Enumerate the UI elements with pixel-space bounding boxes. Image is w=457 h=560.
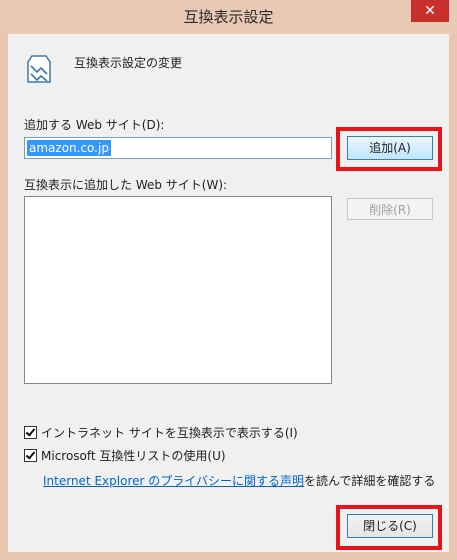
add-button-highlight (336, 127, 442, 171)
add-site-input[interactable]: amazon.co.jp (24, 137, 332, 159)
ms-list-checkbox[interactable] (24, 449, 37, 462)
header-title: 互換表示設定の変更 (74, 56, 183, 70)
window-title: 互換表示設定 (183, 8, 274, 26)
intranet-option-label: イントラネット サイトを互換表示で表示する(I) (41, 426, 298, 440)
privacy-statement: Internet Explorer のプライバシーに関する声明を読んで詳細を確認… (43, 472, 435, 489)
title-bar[interactable]: 互換表示設定 ✕ (0, 0, 457, 34)
privacy-suffix: を読んで詳細を確認する (304, 474, 436, 488)
add-site-input-value: amazon.co.jp (27, 140, 111, 156)
privacy-link[interactable]: Internet Explorer のプライバシーに関する声明 (43, 474, 304, 488)
ms-list-option[interactable]: Microsoft 互換性リストの使用(U) (24, 447, 226, 464)
add-site-label: 追加する Web サイト(D): (24, 118, 165, 132)
dialog-body: 互換表示設定の変更 追加する Web サイト(D): amazon.co.jp … (8, 34, 449, 552)
close-icon: ✕ (424, 3, 436, 19)
intranet-checkbox[interactable] (24, 426, 37, 439)
remove-button[interactable]: 削除(R) (347, 198, 433, 220)
site-list[interactable] (24, 196, 332, 384)
window-close-button[interactable]: ✕ (411, 0, 449, 22)
compat-view-icon (27, 55, 51, 83)
close-button-highlight (336, 505, 442, 550)
compat-view-dialog: 互換表示設定 ✕ 互換表示設定の変更 追加する Web サイト(D): amaz… (0, 0, 457, 560)
ms-list-option-label: Microsoft 互換性リストの使用(U) (41, 449, 226, 463)
intranet-option[interactable]: イントラネット サイトを互換表示で表示する(I) (24, 424, 298, 441)
site-list-label: 互換表示に追加した Web サイト(W): (24, 178, 228, 192)
